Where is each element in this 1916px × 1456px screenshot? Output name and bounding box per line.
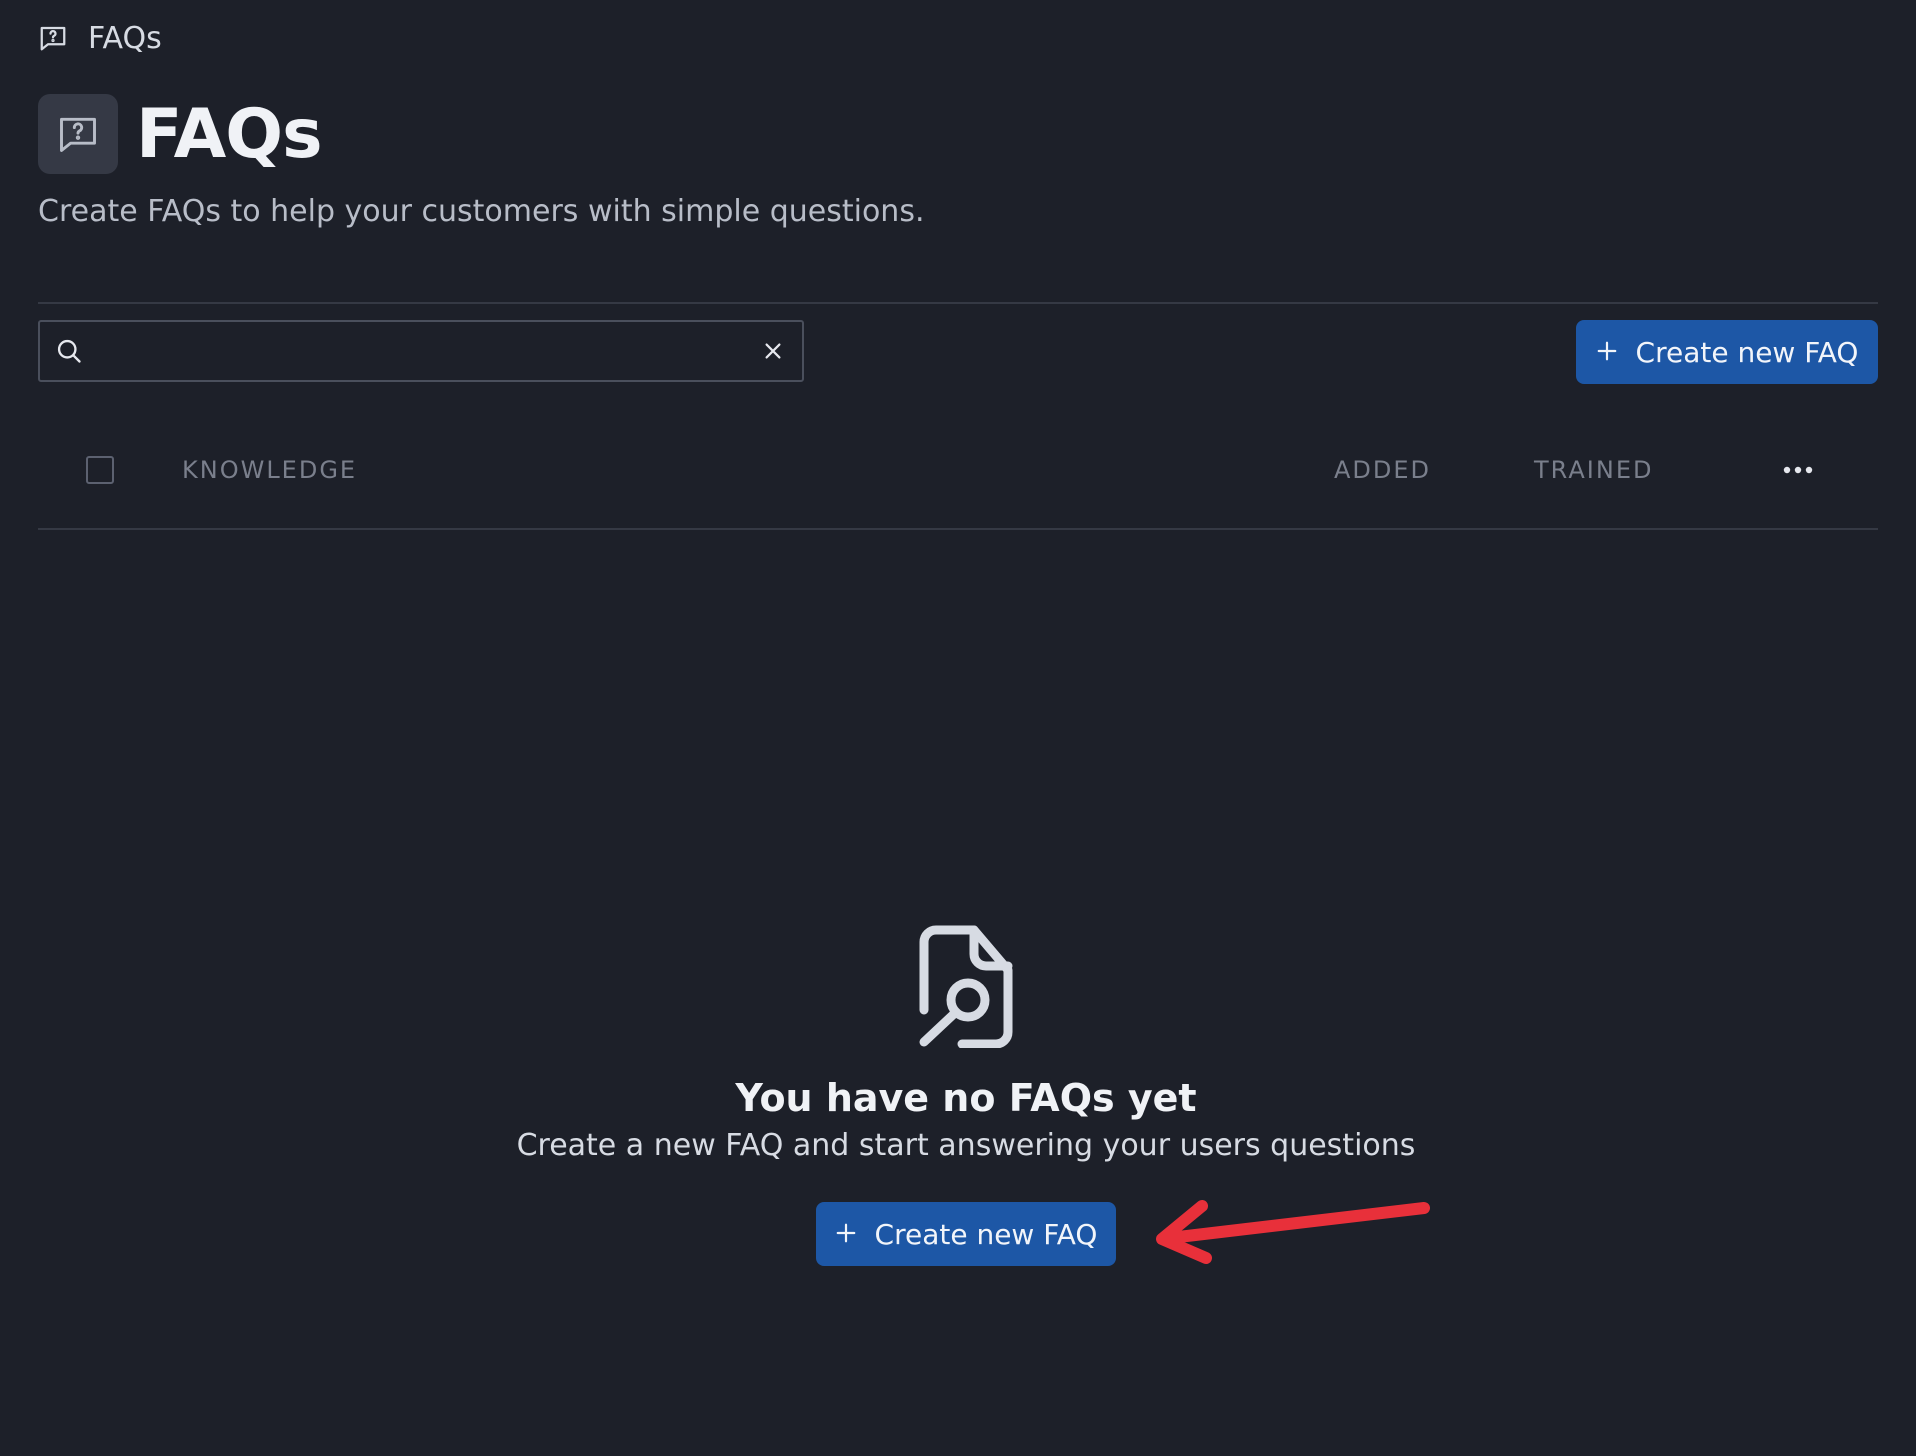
plus-icon <box>835 1218 857 1251</box>
page-title: FAQs <box>136 94 323 174</box>
table-header: KNOWLEDGE ADDED TRAINED <box>38 430 1878 516</box>
search-field[interactable] <box>38 320 804 382</box>
create-faq-empty-label: Create new FAQ <box>874 1217 1098 1251</box>
select-all-checkbox[interactable] <box>86 456 114 484</box>
divider <box>38 302 1878 304</box>
empty-state-title: You have no FAQs yet <box>735 1076 1197 1120</box>
page-header: FAQs <box>38 94 323 174</box>
search-input[interactable] <box>98 325 744 377</box>
create-faq-empty-button[interactable]: Create new FAQ <box>816 1202 1116 1266</box>
page-subtitle: Create FAQs to help your customers with … <box>38 194 925 229</box>
column-trained[interactable]: TRAINED <box>1534 456 1653 484</box>
create-faq-label: Create new FAQ <box>1635 335 1859 369</box>
divider <box>38 528 1878 530</box>
search-icon <box>40 322 98 380</box>
empty-state-description: Create a new FAQ and start answering you… <box>516 1128 1416 1163</box>
column-knowledge[interactable]: KNOWLEDGE <box>182 456 357 484</box>
plus-icon <box>1596 336 1618 369</box>
faq-icon <box>38 23 68 53</box>
create-faq-button[interactable]: Create new FAQ <box>1576 320 1878 384</box>
breadcrumb-label: FAQs <box>88 20 162 56</box>
breadcrumb[interactable]: FAQs <box>38 18 162 58</box>
clear-search-icon[interactable] <box>744 322 802 380</box>
more-options-icon[interactable] <box>1776 450 1820 490</box>
faqs-page: FAQs FAQs Create FAQs to help your custo… <box>0 0 1916 1456</box>
file-search-icon <box>914 924 1018 1049</box>
column-added[interactable]: ADDED <box>1334 456 1431 484</box>
annotation-arrow <box>1150 1190 1430 1270</box>
faq-icon <box>38 94 118 174</box>
